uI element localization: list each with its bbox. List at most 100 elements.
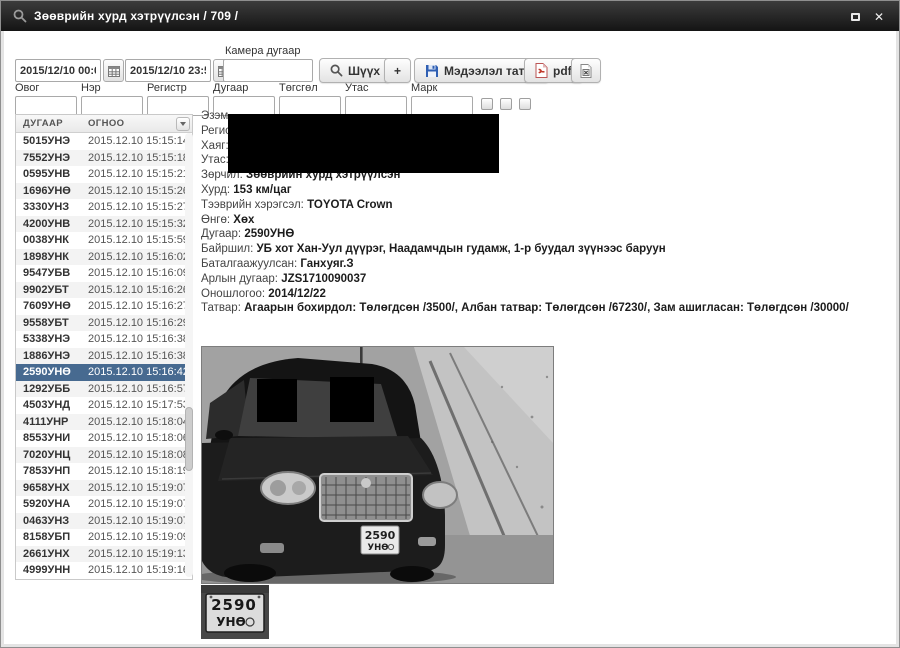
detail-label: Байршил:: [201, 243, 257, 255]
detail-label: Эзэм: [201, 110, 228, 122]
datetime-cell: 2015.12.10 15:19:09: [88, 531, 192, 543]
table-scrollbar-thumb[interactable]: [185, 407, 193, 471]
datetime-cell: 2015.12.10 15:18:08: [88, 449, 192, 461]
detail-value: 2590УНӨ: [244, 228, 294, 240]
add-button[interactable]: +: [384, 58, 411, 83]
table-row[interactable]: 4999УНН2015.12.10 15:19:16: [16, 562, 192, 579]
redaction-box: [228, 114, 499, 173]
datetime-cell: 2015.12.10 15:15:27: [88, 201, 192, 213]
table-row[interactable]: 3330УНЗ2015.12.10 15:15:27: [16, 199, 192, 216]
filter-button[interactable]: Шүүх: [319, 58, 391, 83]
plate-cell: 2590УНӨ: [16, 366, 88, 378]
table-row[interactable]: 2661УНХ2015.12.10 15:19:13: [16, 546, 192, 563]
table-row[interactable]: 7609УНӨ2015.12.10 15:16:27: [16, 298, 192, 315]
datetime-cell: 2015.12.10 15:19:07: [88, 515, 192, 527]
export-button[interactable]: [571, 58, 601, 83]
table-row[interactable]: 4503УНД2015.12.10 15:17:53: [16, 397, 192, 414]
filter-label-6: Утас: [345, 82, 407, 94]
face-redaction-box: [257, 379, 297, 422]
table-row[interactable]: 0463УНЗ2015.12.10 15:19:07: [16, 513, 192, 530]
table-row[interactable]: 0038УНК2015.12.10 15:15:59: [16, 232, 192, 249]
datetime-cell: 2015.12.10 15:16:26: [88, 284, 192, 296]
table-row[interactable]: 5338УНЭ2015.12.10 15:16:38: [16, 331, 192, 348]
filter-label-3: Регистр: [147, 82, 209, 94]
violation-photo: 2590 УНӨ: [201, 346, 554, 584]
plate-cell: 7609УНӨ: [16, 300, 88, 312]
table-row[interactable]: 5015УНЭ2015.12.10 15:15:14: [16, 133, 192, 150]
table-row[interactable]: 4111УНР2015.12.10 15:18:04: [16, 414, 192, 431]
plate-cell: 7853УНП: [16, 465, 88, 477]
table-row[interactable]: 9902УБТ2015.12.10 15:16:26: [16, 282, 192, 299]
camera-number-label: Камера дугаар: [225, 45, 301, 57]
close-button[interactable]: ✕: [871, 9, 887, 25]
export-document-icon: [580, 64, 592, 78]
plate-cell: 0595УНВ: [16, 168, 88, 180]
table-row[interactable]: 8553УНИ2015.12.10 15:18:06: [16, 430, 192, 447]
datetime-cell: 2015.12.10 15:16:09: [88, 267, 192, 279]
table-header: ДУГААР ОГНОО: [16, 115, 192, 133]
detail-line: Оношлогоо: 2014/12/22: [201, 287, 895, 302]
calendar-icon: [108, 65, 120, 77]
detail-line: Байршил: УБ хот Хан-Уул дүүрэг, Наадамчд…: [201, 242, 895, 257]
plate-cell: 5920УНА: [16, 498, 88, 510]
detail-value: TOYOTA Crown: [307, 199, 392, 211]
plate-cell: 3330УНЗ: [16, 201, 88, 213]
table-row[interactable]: 1696УНӨ2015.12.10 15:15:26: [16, 183, 192, 200]
date-from-input[interactable]: [15, 59, 101, 82]
plate-table-body: 5015УНЭ2015.12.10 15:15:147552УНЭ2015.12…: [16, 133, 192, 579]
detail-line: Өнгө: Хөх: [201, 213, 895, 228]
table-row[interactable]: 1292УББ2015.12.10 15:16:57: [16, 381, 192, 398]
detail-value: 2014/12/22: [268, 288, 326, 300]
datetime-cell: 2015.12.10 15:18:04: [88, 416, 192, 428]
table-row[interactable]: 5920УНА2015.12.10 15:19:07: [16, 496, 192, 513]
camera-number-input[interactable]: [223, 59, 313, 82]
detail-label: Баталгаажуулсан:: [201, 258, 300, 270]
filter-input-3[interactable]: [147, 96, 209, 116]
datetime-cell: 2015.12.10 15:16:42: [88, 366, 192, 378]
datetime-cell: 2015.12.10 15:19:13: [88, 548, 192, 560]
plate-cell: 4111УНР: [16, 416, 88, 428]
pdf-icon: [535, 63, 548, 78]
filter-input-1[interactable]: [15, 96, 77, 116]
plate-cell: 9658УНХ: [16, 482, 88, 494]
table-row[interactable]: 7552УНЭ2015.12.10 15:15:18: [16, 150, 192, 167]
date-to-input[interactable]: [125, 59, 211, 82]
filter-label-7: Марк: [411, 82, 473, 94]
datetime-cell: 2015.12.10 15:16:29: [88, 317, 192, 329]
plate-cell: 8553УНИ: [16, 432, 88, 444]
table-scrollbar-track[interactable]: [185, 133, 193, 577]
plate-cell: 4503УНД: [16, 399, 88, 411]
filter-input-2[interactable]: [81, 96, 143, 116]
table-row[interactable]: 9558УБТ2015.12.10 15:16:29: [16, 315, 192, 332]
table-row[interactable]: 1886УНЭ2015.12.10 15:16:38: [16, 348, 192, 365]
table-row[interactable]: 9547УБВ2015.12.10 15:16:09: [16, 265, 192, 282]
detail-label: Хурд:: [201, 184, 233, 196]
datetime-cell: 2015.12.10 15:15:21: [88, 168, 192, 180]
table-row[interactable]: 1898УНК2015.12.10 15:16:02: [16, 249, 192, 266]
filter-label-4: Дугаар: [213, 82, 275, 94]
table-row[interactable]: 9658УНХ2015.12.10 15:19:07: [16, 480, 192, 497]
column-header-plate[interactable]: ДУГААР: [16, 118, 88, 129]
table-row[interactable]: 7853УНП2015.12.10 15:18:19: [16, 463, 192, 480]
table-row[interactable]: 8158УБП2015.12.10 15:19:09: [16, 529, 192, 546]
detail-label: Тээврийн хэрэгсэл:: [201, 199, 307, 211]
plate-cell: 9547УБВ: [16, 267, 88, 279]
datetime-cell: 2015.12.10 15:17:53: [88, 399, 192, 411]
plate-cell: 0463УНЗ: [16, 515, 88, 527]
calendar-button-from[interactable]: [103, 59, 124, 82]
datetime-cell: 2015.12.10 15:15:59: [88, 234, 192, 246]
detail-label: Хаяг:: [201, 140, 229, 152]
table-row[interactable]: 4200УНВ2015.12.10 15:15:32: [16, 216, 192, 233]
datetime-cell: 2015.12.10 15:15:18: [88, 152, 192, 164]
column-menu-button[interactable]: [176, 117, 190, 131]
detail-value: Агаарын бохирдол: Төлөгдсөн /3500/, Алба…: [244, 302, 849, 314]
table-row[interactable]: 2590УНӨ2015.12.10 15:16:42: [16, 364, 192, 381]
maximize-button[interactable]: [847, 9, 863, 25]
filter-button-label: Шүүх: [348, 64, 380, 78]
plate-cell: 2661УНХ: [16, 548, 88, 560]
maximize-icon: [851, 13, 860, 21]
datetime-cell: 2015.12.10 15:19:07: [88, 482, 192, 494]
table-row[interactable]: 0595УНВ2015.12.10 15:15:21: [16, 166, 192, 183]
table-row[interactable]: 7020УНЦ2015.12.10 15:18:08: [16, 447, 192, 464]
datetime-cell: 2015.12.10 15:19:16: [88, 564, 192, 576]
